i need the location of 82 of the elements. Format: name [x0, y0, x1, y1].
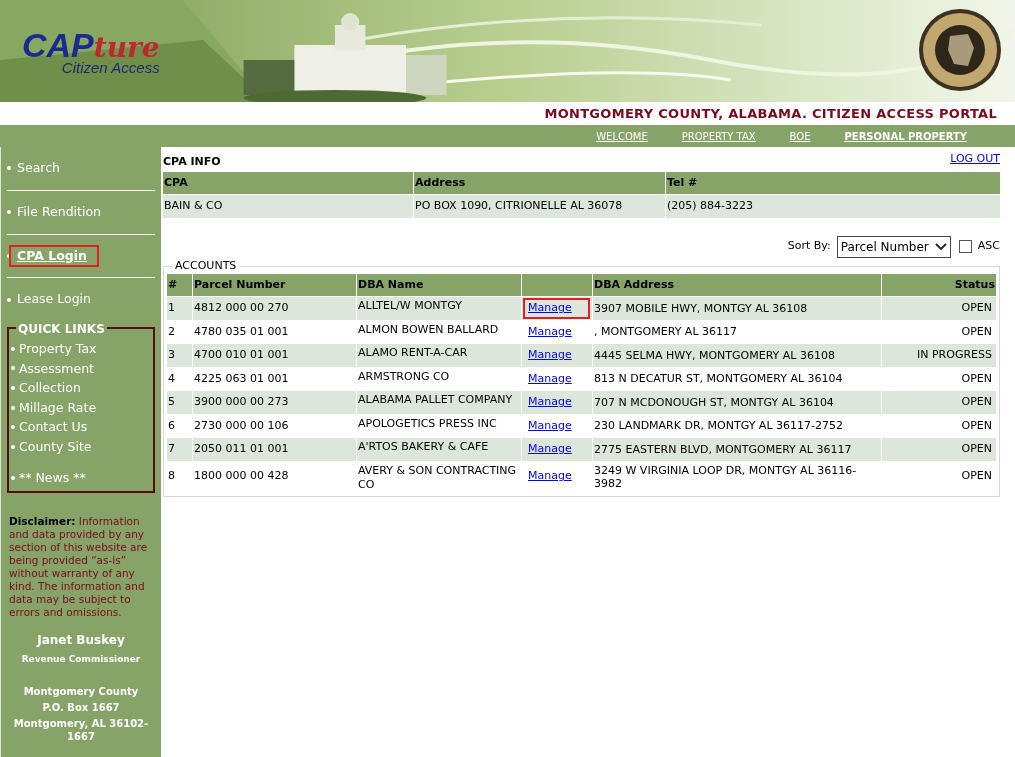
column-header: Address [414, 171, 665, 194]
nav-link[interactable]: BOE [789, 128, 811, 144]
table-cell: 3 [167, 344, 192, 367]
sidebar-link[interactable]: Search [9, 157, 64, 180]
bullet-icon [11, 405, 15, 410]
table-cell: 4700 010 01 001 [193, 344, 356, 367]
column-header: Tel # [666, 171, 1000, 194]
sidebar-link[interactable]: Lease Login [9, 288, 95, 311]
table-cell: A'RTOS BAKERY & CAFE [357, 438, 521, 461]
column-header: CPA [163, 171, 413, 194]
column-header: Status [882, 273, 996, 296]
table-cell: OPEN [882, 438, 996, 461]
table-cell: 7 [167, 438, 192, 461]
manage-link[interactable]: Manage [523, 439, 577, 460]
bullet-icon [7, 253, 11, 258]
manage-link[interactable]: Manage [523, 392, 577, 413]
bullet-icon [7, 210, 11, 215]
bullet-icon [11, 366, 15, 371]
asc-checkbox[interactable] [958, 240, 972, 253]
column-header: # [167, 273, 192, 296]
table-cell: 1 [167, 297, 192, 320]
table-cell: ALLTEL/W MONTGY [357, 297, 521, 320]
manage-link[interactable]: Manage [523, 415, 577, 436]
manage-link[interactable]: Manage [523, 321, 577, 342]
table-cell: 2050 011 01 001 [193, 438, 356, 461]
table-cell: 4812 000 00 270 [193, 297, 356, 320]
column-header: DBA Address [593, 273, 881, 296]
bullet-icon [7, 166, 11, 171]
news-link[interactable]: ** News ** [19, 468, 86, 488]
sort-label: Sort By: [787, 238, 831, 255]
quick-link[interactable]: Collection [19, 378, 81, 398]
bullet-icon [11, 346, 15, 351]
nav-link[interactable]: PERSONAL PROPERTY [844, 128, 967, 144]
table-cell: 2775 EASTERN BLVD, MONTGOMERY AL 36117 [593, 438, 881, 461]
manage-link[interactable]: Manage [523, 345, 577, 366]
address-line: P.O. Box 1667 [41, 700, 121, 714]
asc-label: ASC [977, 238, 1000, 255]
column-header: Parcel Number [193, 273, 356, 296]
quick-link[interactable]: Property Tax [19, 339, 97, 359]
table-cell: IN PROGRESS [882, 344, 996, 367]
table-cell: ALAMO RENT-A-CAR [357, 344, 521, 367]
address-line: Montgomery County [22, 684, 140, 698]
table-cell: 4445 SELMA HWY, MONTGOMERY AL 36108 [593, 344, 881, 367]
table-cell: 3900 000 00 273 [193, 391, 356, 414]
commissioner-name: Janet Buskey [35, 632, 126, 650]
table-cell: PO BOX 1090, CITRIONELLE AL 36078 [414, 195, 665, 218]
table-cell: OPEN [882, 297, 996, 320]
disclaimer-text: Disclaimer: Information and data provided by any section of this website are being provided “as-is” without warranty of any kind. The information and data may be subject to errors and omissions. [9, 515, 149, 620]
cpa-info-title: CPA INFO [163, 154, 221, 170]
table-cell: BAIN & CO [163, 195, 413, 218]
manage-link[interactable]: Manage [523, 466, 577, 487]
table-cell: ALABAMA PALLET COMPANY [357, 391, 521, 414]
sidebar-link[interactable]: CPA Login [9, 244, 99, 268]
table-cell: (205) 884-3223 [666, 195, 1000, 218]
quick-link[interactable]: County Site [19, 436, 92, 457]
bullet-icon [11, 444, 15, 449]
commissioner-title: Revenue Commissioner [20, 653, 142, 667]
table-cell: 707 N MCDONOUGH ST, MONTGY AL 36104 [593, 391, 881, 414]
bullet-icon [11, 386, 15, 390]
logo-wordmark: CAPture [22, 28, 160, 62]
nav-link[interactable]: PROPERTY TAX [681, 128, 756, 144]
county-seal-icon [918, 8, 1002, 92]
sort-select[interactable]: Parcel Number [836, 235, 951, 258]
bullet-icon [7, 297, 11, 302]
quick-link[interactable]: Assessment [19, 358, 94, 379]
bullet-icon [11, 475, 15, 480]
quick-link[interactable]: Contact Us [19, 417, 88, 437]
chevron-down-icon [934, 242, 947, 251]
table-cell: OPEN [882, 391, 996, 414]
table-cell: 5 [167, 391, 192, 414]
manage-link[interactable]: Manage [523, 368, 577, 389]
quick-link[interactable]: Millage Rate [19, 397, 97, 418]
logo-subtitle: Citizen Access [61, 60, 160, 75]
column-header: DBA Name [357, 273, 521, 296]
address-line: Montgomery, AL 36102-1667 [12, 716, 150, 743]
nav-link[interactable]: WELCOME [596, 128, 648, 144]
table-cell: 3907 MOBILE HWY, MONTGY AL 36108 [593, 297, 881, 320]
sidebar-link[interactable]: File Rendition [9, 200, 105, 224]
manage-link[interactable]: Manage [523, 298, 590, 319]
portal-title: MONTGOMERY COUNTY, ALABAMA. CITIZEN ACCESS PORTAL [544, 104, 997, 123]
bullet-icon [11, 425, 15, 430]
logout-link[interactable]: LOG OUT [950, 151, 1000, 168]
